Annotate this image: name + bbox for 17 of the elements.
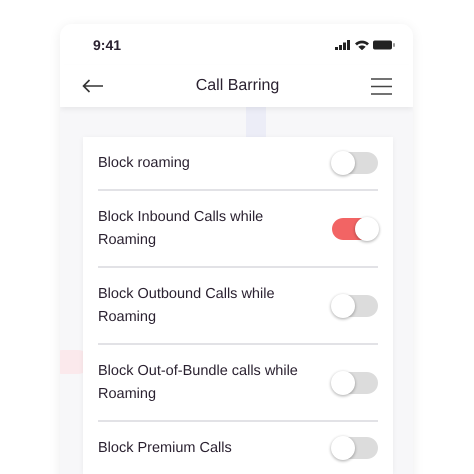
toggle-switch[interactable] [332,437,378,459]
menu-icon[interactable] [371,78,392,94]
status-time: 9:41 [93,36,122,52]
wifi-icon [355,40,369,50]
toggle-switch[interactable] [332,372,378,394]
toggle-switch[interactable] [332,152,378,174]
setting-label: Block Outbound Calls while Roaming [98,284,276,326]
setting-label: Block Premium Calls [98,438,232,458]
setting-label: Block Out-of-Bundle calls while Roaming [98,362,298,404]
back-arrow-icon[interactable] [82,79,104,93]
toggle-switch[interactable] [332,294,378,316]
setting-label: Block roaming [98,154,190,172]
signal-icon [335,40,351,50]
setting-label: Block Inbound Calls while Roaming [98,208,264,250]
toggle-switch[interactable] [332,218,378,240]
battery-icon [373,40,395,50]
nav-title: Call Barring [196,77,280,95]
